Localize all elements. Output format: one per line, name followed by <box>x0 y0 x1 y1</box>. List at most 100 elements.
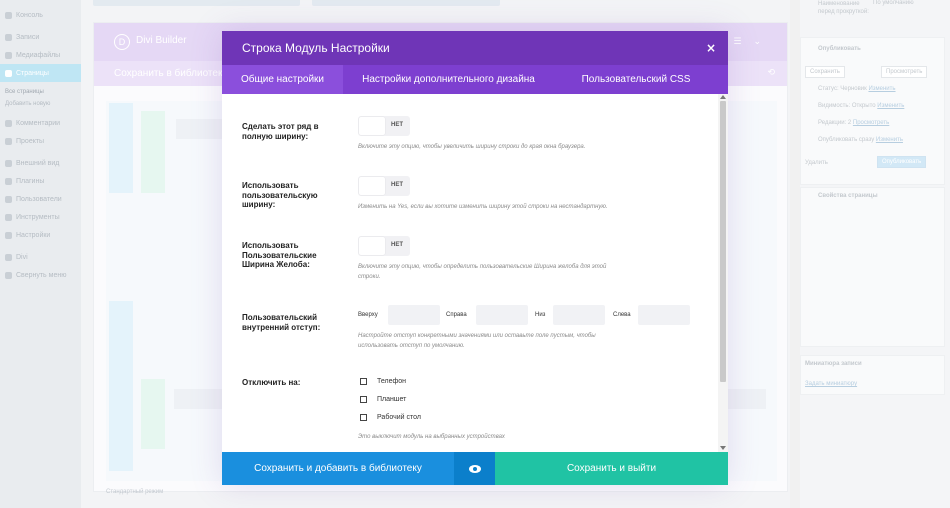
top-box-1 <box>93 0 300 6</box>
phone-checkbox[interactable] <box>360 377 367 385</box>
page-attributes-box <box>800 187 945 347</box>
dashboard-icon <box>5 11 12 19</box>
wp-admin-sidebar: Консоль Записи Медиафайлы Страницы Все с… <box>0 0 81 508</box>
menu-item-tools[interactable]: Инструменты <box>0 208 81 226</box>
scroll-down-arrow-icon[interactable] <box>720 446 726 450</box>
set-thumbnail-link[interactable]: Задать миниатюру <box>805 381 857 387</box>
menu-item-projects[interactable]: Проекты <box>0 132 81 150</box>
visibility-edit-link[interactable]: Изменить <box>877 103 904 109</box>
builder-history-icon[interactable]: ⟲ <box>767 67 775 78</box>
module-block-2 <box>174 389 224 409</box>
builder-header-icons[interactable]: ☰⌄ <box>733 36 773 47</box>
column-handle-2 <box>141 379 165 449</box>
submenu-add-new[interactable]: Добавить новую <box>0 98 81 110</box>
projects-icon <box>5 137 12 145</box>
padding-top-input[interactable] <box>388 305 440 325</box>
modal-footer: Сохранить и добавить в библиотеку Сохран… <box>222 452 728 485</box>
preview-post-button[interactable]: Просмотреть <box>881 66 928 78</box>
toggle-knob <box>359 177 385 195</box>
save-draft-button[interactable]: Сохранить <box>805 66 845 78</box>
custom-width-label: Использовать пользовательскую ширину: <box>242 181 318 209</box>
media-icon <box>5 51 12 59</box>
desktop-label: Рабочий стол <box>377 413 421 421</box>
scroll-thumb[interactable] <box>720 101 726 382</box>
row-handle <box>109 103 133 193</box>
disable-on-description: Это выключит модуль на выбранных устройс… <box>358 434 505 440</box>
padding-bottom-input[interactable] <box>553 305 605 325</box>
phone-label: Телефон <box>377 377 407 385</box>
divi-builder-title: Divi Builder <box>136 35 187 46</box>
menu-item-posts[interactable]: Записи <box>0 28 81 46</box>
close-icon[interactable]: × <box>702 38 720 58</box>
pin-icon <box>5 33 12 41</box>
revisions-link[interactable]: Просмотреть <box>853 120 889 126</box>
preview-button[interactable] <box>454 452 495 485</box>
menu-item-pages[interactable]: Страницы <box>0 64 81 82</box>
menu-item-media[interactable]: Медиафайлы <box>0 46 81 64</box>
divi-logo-icon: D <box>114 34 130 50</box>
top-box-2 <box>312 0 500 6</box>
fullwidth-toggle[interactable]: НЕТ <box>358 116 410 136</box>
menu-item-divi[interactable]: Divi <box>0 248 81 266</box>
publish-box-title: Опубликовать <box>818 46 861 52</box>
gutter-toggle[interactable]: НЕТ <box>358 236 410 256</box>
custom-width-toggle[interactable]: НЕТ <box>358 176 410 196</box>
padding-bottom-label: Низ <box>535 312 546 318</box>
divi-icon <box>5 253 12 261</box>
disable-desktop-option[interactable]: Рабочий стол <box>360 412 421 422</box>
disable-tablet-option[interactable]: Планшет <box>360 394 406 404</box>
submenu-all-pages[interactable]: Все страницы <box>0 86 81 98</box>
padding-right-input[interactable] <box>476 305 528 325</box>
builder-mode-link[interactable]: Стандартный режим <box>106 489 163 495</box>
visibility-text: Видимость: Открыто <box>818 103 876 109</box>
comment-icon <box>5 119 12 127</box>
padding-description: Настройте отступ конкретными значениями … <box>358 333 596 349</box>
plugin-icon <box>5 177 12 185</box>
modal-title: Строка Модуль Настройки <box>242 41 390 55</box>
row-handle-2 <box>109 301 133 471</box>
modal-tabs: Общие настройки Настройки дополнительног… <box>222 65 728 94</box>
wp-right-sidebar: Наименование перед прокруткой: По умолча… <box>800 0 950 508</box>
user-icon <box>5 195 12 203</box>
builder-save-library-link[interactable]: Сохранить в библиотеку <box>114 68 227 79</box>
tablet-checkbox[interactable] <box>360 395 367 403</box>
toggle-knob <box>359 237 385 255</box>
publish-when-edit-link[interactable]: Изменить <box>876 137 903 143</box>
tab-general-settings[interactable]: Общие настройки <box>222 65 343 94</box>
menu-item-settings[interactable]: Настройки <box>0 226 81 244</box>
status-text: Статус: Черновик <box>818 86 867 92</box>
save-add-library-button[interactable]: Сохранить и добавить в библиотеку <box>222 452 454 485</box>
menu-item-plugins[interactable]: Плагины <box>0 172 81 190</box>
tab-custom-css[interactable]: Пользовательский CSS <box>554 65 718 94</box>
scroll-up-arrow-icon[interactable] <box>720 95 726 99</box>
disable-phone-option[interactable]: Телефон <box>360 376 406 386</box>
menu-item-console[interactable]: Консоль <box>0 6 81 24</box>
collapse-icon <box>5 271 12 279</box>
padding-top-label: Вверху <box>358 312 378 318</box>
scroll-value[interactable]: По умолчанию <box>873 0 914 6</box>
tab-advanced-design[interactable]: Настройки дополнительного дизайна <box>343 65 554 94</box>
pages-icon <box>5 69 12 77</box>
gutter-description: Включите эту опцию, чтобы определить пол… <box>358 264 607 280</box>
desktop-checkbox[interactable] <box>360 413 367 421</box>
save-exit-button[interactable]: Сохранить и выйти <box>495 452 728 485</box>
column-handle <box>141 111 165 193</box>
menu-item-collapse[interactable]: Свернуть меню <box>0 266 81 284</box>
padding-label: Пользовательский внутренний отступ: <box>242 313 321 332</box>
revisions-text: Редакции: 2 <box>818 120 852 126</box>
brush-icon <box>5 159 12 167</box>
publish-button[interactable]: Опубликовать <box>877 156 927 168</box>
custom-width-description: Изменить на Yes, если вы хотите изменить… <box>358 204 608 210</box>
padding-left-input[interactable] <box>638 305 690 325</box>
menu-item-appearance[interactable]: Внешний вид <box>0 154 81 172</box>
status-edit-link[interactable]: Изменить <box>868 86 895 92</box>
menu-item-users[interactable]: Пользователи <box>0 190 81 208</box>
toggle-knob <box>359 117 385 135</box>
padding-right-label: Справа <box>446 312 467 318</box>
fullwidth-label: Сделать этот ряд в полную ширину: <box>242 122 319 141</box>
delete-link[interactable]: Удалить <box>805 160 828 166</box>
publish-when-text: Опубликовать сразу <box>818 137 875 143</box>
modal-scrollbar[interactable] <box>718 94 728 452</box>
toggle-state: НЕТ <box>391 122 403 128</box>
menu-item-comments[interactable]: Комментарии <box>0 114 81 132</box>
